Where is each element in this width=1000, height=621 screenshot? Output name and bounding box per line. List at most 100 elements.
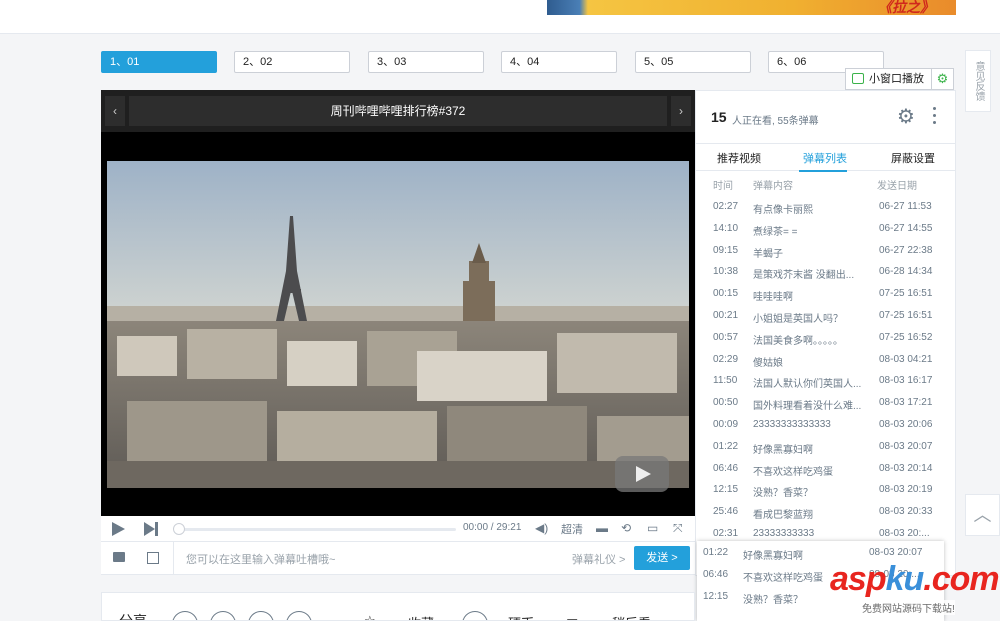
- next-episode-icon[interactable]: [144, 522, 158, 536]
- next-arrow-button[interactable]: ›: [671, 96, 691, 126]
- danmaku-date: 06-28 14:34: [879, 266, 933, 278]
- danmaku-content: 不喜欢这样吃鸡蛋: [753, 466, 833, 478]
- video-player[interactable]: ‹ 周刊哔哩哔哩排行榜#372 ›: [101, 90, 695, 516]
- danmaku-row[interactable]: 00:50 国外料理看着没什么难... 08-03 17:21: [696, 393, 955, 415]
- danmaku-content: 是策戏芥末酱 没翻出...: [753, 270, 855, 282]
- danmaku-row[interactable]: 12:15 没熟？香菜？ 08-03 20:19: [696, 480, 955, 502]
- loop-icon[interactable]: ⟲: [621, 521, 631, 535]
- share-qzone-icon[interactable]: [210, 611, 236, 620]
- danmaku-time: 00:50: [713, 397, 739, 409]
- panel-settings-icon[interactable]: ⚙: [897, 104, 915, 129]
- ad-text: 《拉之》: [878, 0, 934, 15]
- settings-gear-icon[interactable]: ⚙: [931, 69, 953, 89]
- danmaku-input[interactable]: 您可以在这里输入弹幕吐槽哦~ 弹幕礼仪 > 发送 >: [173, 542, 691, 574]
- danmaku-time: 01:22: [713, 440, 739, 452]
- danmaku-date: 08-03 20:06: [879, 419, 933, 430]
- danmaku-time: 00:09: [713, 419, 739, 430]
- danmaku-row[interactable]: 09:15 羊蝎子 06-27 22:38: [696, 241, 955, 263]
- danmaku-date: 07-25 16:51: [879, 310, 933, 321]
- danmaku-row[interactable]: 06:46 不喜欢这样吃鸡蛋 08-03 20:14: [696, 459, 955, 481]
- widescreen-icon[interactable]: ▭: [647, 521, 658, 535]
- video-frame[interactable]: [107, 161, 689, 488]
- danmaku-row[interactable]: 02:29 傻姑娘 08-03 04:21: [696, 350, 955, 372]
- episode-tab[interactable]: 3、03: [368, 51, 484, 73]
- danmaku-toggle-box-icon[interactable]: [147, 552, 159, 564]
- collect-label[interactable]: 收藏: [408, 613, 434, 620]
- danmaku-row[interactable]: 00:57 法国美食多啊。。。。。 07-25 16:52: [696, 328, 955, 350]
- danmaku-time: 00:57: [713, 331, 739, 343]
- later-icon[interactable]: ▭: [566, 613, 578, 620]
- danmaku-content: 好像黑寡妇啊: [753, 444, 813, 456]
- danmaku-time: 10:38: [713, 266, 739, 278]
- quality-selector[interactable]: 超清: [561, 521, 583, 537]
- danmaku-etiquette-link[interactable]: 弹幕礼仪 >: [572, 551, 625, 567]
- current-time: 00:00: [463, 522, 489, 533]
- star-icon[interactable]: ☆: [364, 613, 376, 620]
- time-display: 00:00 / 29:21: [463, 522, 522, 533]
- volume-icon[interactable]: ◀): [535, 521, 548, 535]
- more-icon[interactable]: [933, 107, 937, 125]
- danmaku-panel: 15 人正在看, 55条弹幕 ⚙ 推荐视频 弹幕列表 屏蔽设置 时间 弹幕内容 …: [695, 90, 956, 576]
- back-to-top-button[interactable]: ︿: [965, 494, 1000, 536]
- ad-banner[interactable]: 《拉之》: [547, 0, 956, 15]
- danmaku-date: 07-25 16:51: [879, 288, 933, 300]
- video-title: 周刊哔哩哔哩排行榜#372: [129, 96, 667, 126]
- danmaku-date: 08-03 20:14: [879, 462, 933, 474]
- tab-recommended[interactable]: 推荐视频: [717, 150, 761, 166]
- danmaku-date: 08-03 20:19: [879, 484, 933, 496]
- share-label: 分享: [119, 613, 147, 621]
- coin-icon[interactable]: [462, 611, 488, 620]
- danmaku-row[interactable]: 10:38 是策戏芥末酱 没翻出... 06-28 14:34: [696, 262, 955, 284]
- progress-bar[interactable]: [173, 523, 456, 535]
- mini-window-label: 小窗口播放: [869, 73, 924, 85]
- col-content-header: 弹幕内容: [753, 181, 793, 192]
- watermark-tail: .com: [923, 560, 999, 598]
- player-header: ‹ 周刊哔哩哔哩排行榜#372 ›: [101, 90, 695, 132]
- play-icon[interactable]: [112, 522, 125, 536]
- danmaku-toggle-icon[interactable]: ▬: [596, 521, 608, 535]
- share-weibo-icon[interactable]: [172, 611, 198, 620]
- danmaku-content: 傻姑娘: [753, 357, 783, 369]
- popup-date: 08-03 20:07: [869, 547, 923, 558]
- share-tieba-icon[interactable]: [286, 611, 312, 620]
- fullscreen-icon[interactable]: ⤧: [673, 521, 683, 536]
- watching-text: 人正在看, 55条弹幕: [732, 116, 819, 127]
- danmaku-content: 有点像卡丽熙: [753, 205, 813, 216]
- danmaku-row[interactable]: 00:15 哇哇哇啊 07-25 16:51: [696, 284, 955, 306]
- send-button[interactable]: 发送 >: [634, 546, 690, 570]
- danmaku-row[interactable]: 14:10 煮绿茶= = 06-27 14:55: [696, 219, 955, 241]
- danmaku-content: 没熟？香菜？: [753, 488, 813, 500]
- danmaku-row[interactable]: 25:46 看成巴黎蓝翔 08-03 20:33: [696, 502, 955, 524]
- danmaku-date: 08-03 20:07: [879, 440, 933, 452]
- danmaku-content: 看成巴黎蓝翔: [753, 510, 813, 522]
- share-bar: 分享 ☆ 收藏 硬币 ▭ 稍后看: [101, 592, 695, 621]
- danmaku-row[interactable]: 01:22 好像黑寡妇啊 08-03 20:07: [696, 437, 955, 459]
- danmaku-style-icon[interactable]: [113, 552, 125, 562]
- feedback-button[interactable]: 意见反馈: [965, 50, 991, 112]
- player-controls: 00:00 / 29:21 ◀) 超清 ▬ ⟲ ▭ ⤧: [101, 516, 695, 542]
- episode-tab[interactable]: 2、02: [234, 51, 350, 73]
- danmaku-content: 法国美食多啊。。。。。: [753, 335, 843, 347]
- progress-knob[interactable]: [173, 523, 185, 535]
- paris-skyline-image: [107, 161, 689, 488]
- watermark-red: asp: [830, 560, 887, 598]
- danmaku-row[interactable]: 11:50 法国人默认你们英国人... 08-03 16:17: [696, 371, 955, 393]
- tab-block-settings[interactable]: 屏蔽设置: [891, 150, 935, 166]
- danmaku-time: 12:15: [713, 484, 739, 496]
- coin-label[interactable]: 硬币: [508, 613, 534, 620]
- episode-tab[interactable]: 4、04: [501, 51, 617, 73]
- top-bar: 《拉之》: [0, 0, 1000, 34]
- share-qq-icon[interactable]: [248, 611, 274, 620]
- episode-tab[interactable]: 5、05: [635, 51, 751, 73]
- big-play-button[interactable]: [615, 456, 669, 492]
- episode-tab[interactable]: 1、01: [101, 51, 217, 73]
- danmaku-row[interactable]: 00:09 23333333333333 08-03 20:06: [696, 415, 955, 437]
- danmaku-row[interactable]: 00:21 小姐姐是英国人吗？ 07-25 16:51: [696, 306, 955, 328]
- prev-arrow-button[interactable]: ‹: [105, 96, 125, 126]
- watch-later-label[interactable]: 稍后看: [612, 613, 651, 620]
- mini-window-button[interactable]: 小窗口播放 ⚙: [845, 68, 954, 90]
- danmaku-time: 02:31: [713, 528, 739, 539]
- danmaku-time: 02:29: [713, 353, 739, 365]
- danmaku-row[interactable]: 02:27 有点像卡丽熙 06-27 11:53: [696, 197, 955, 219]
- tab-danmaku-list[interactable]: 弹幕列表: [803, 150, 847, 166]
